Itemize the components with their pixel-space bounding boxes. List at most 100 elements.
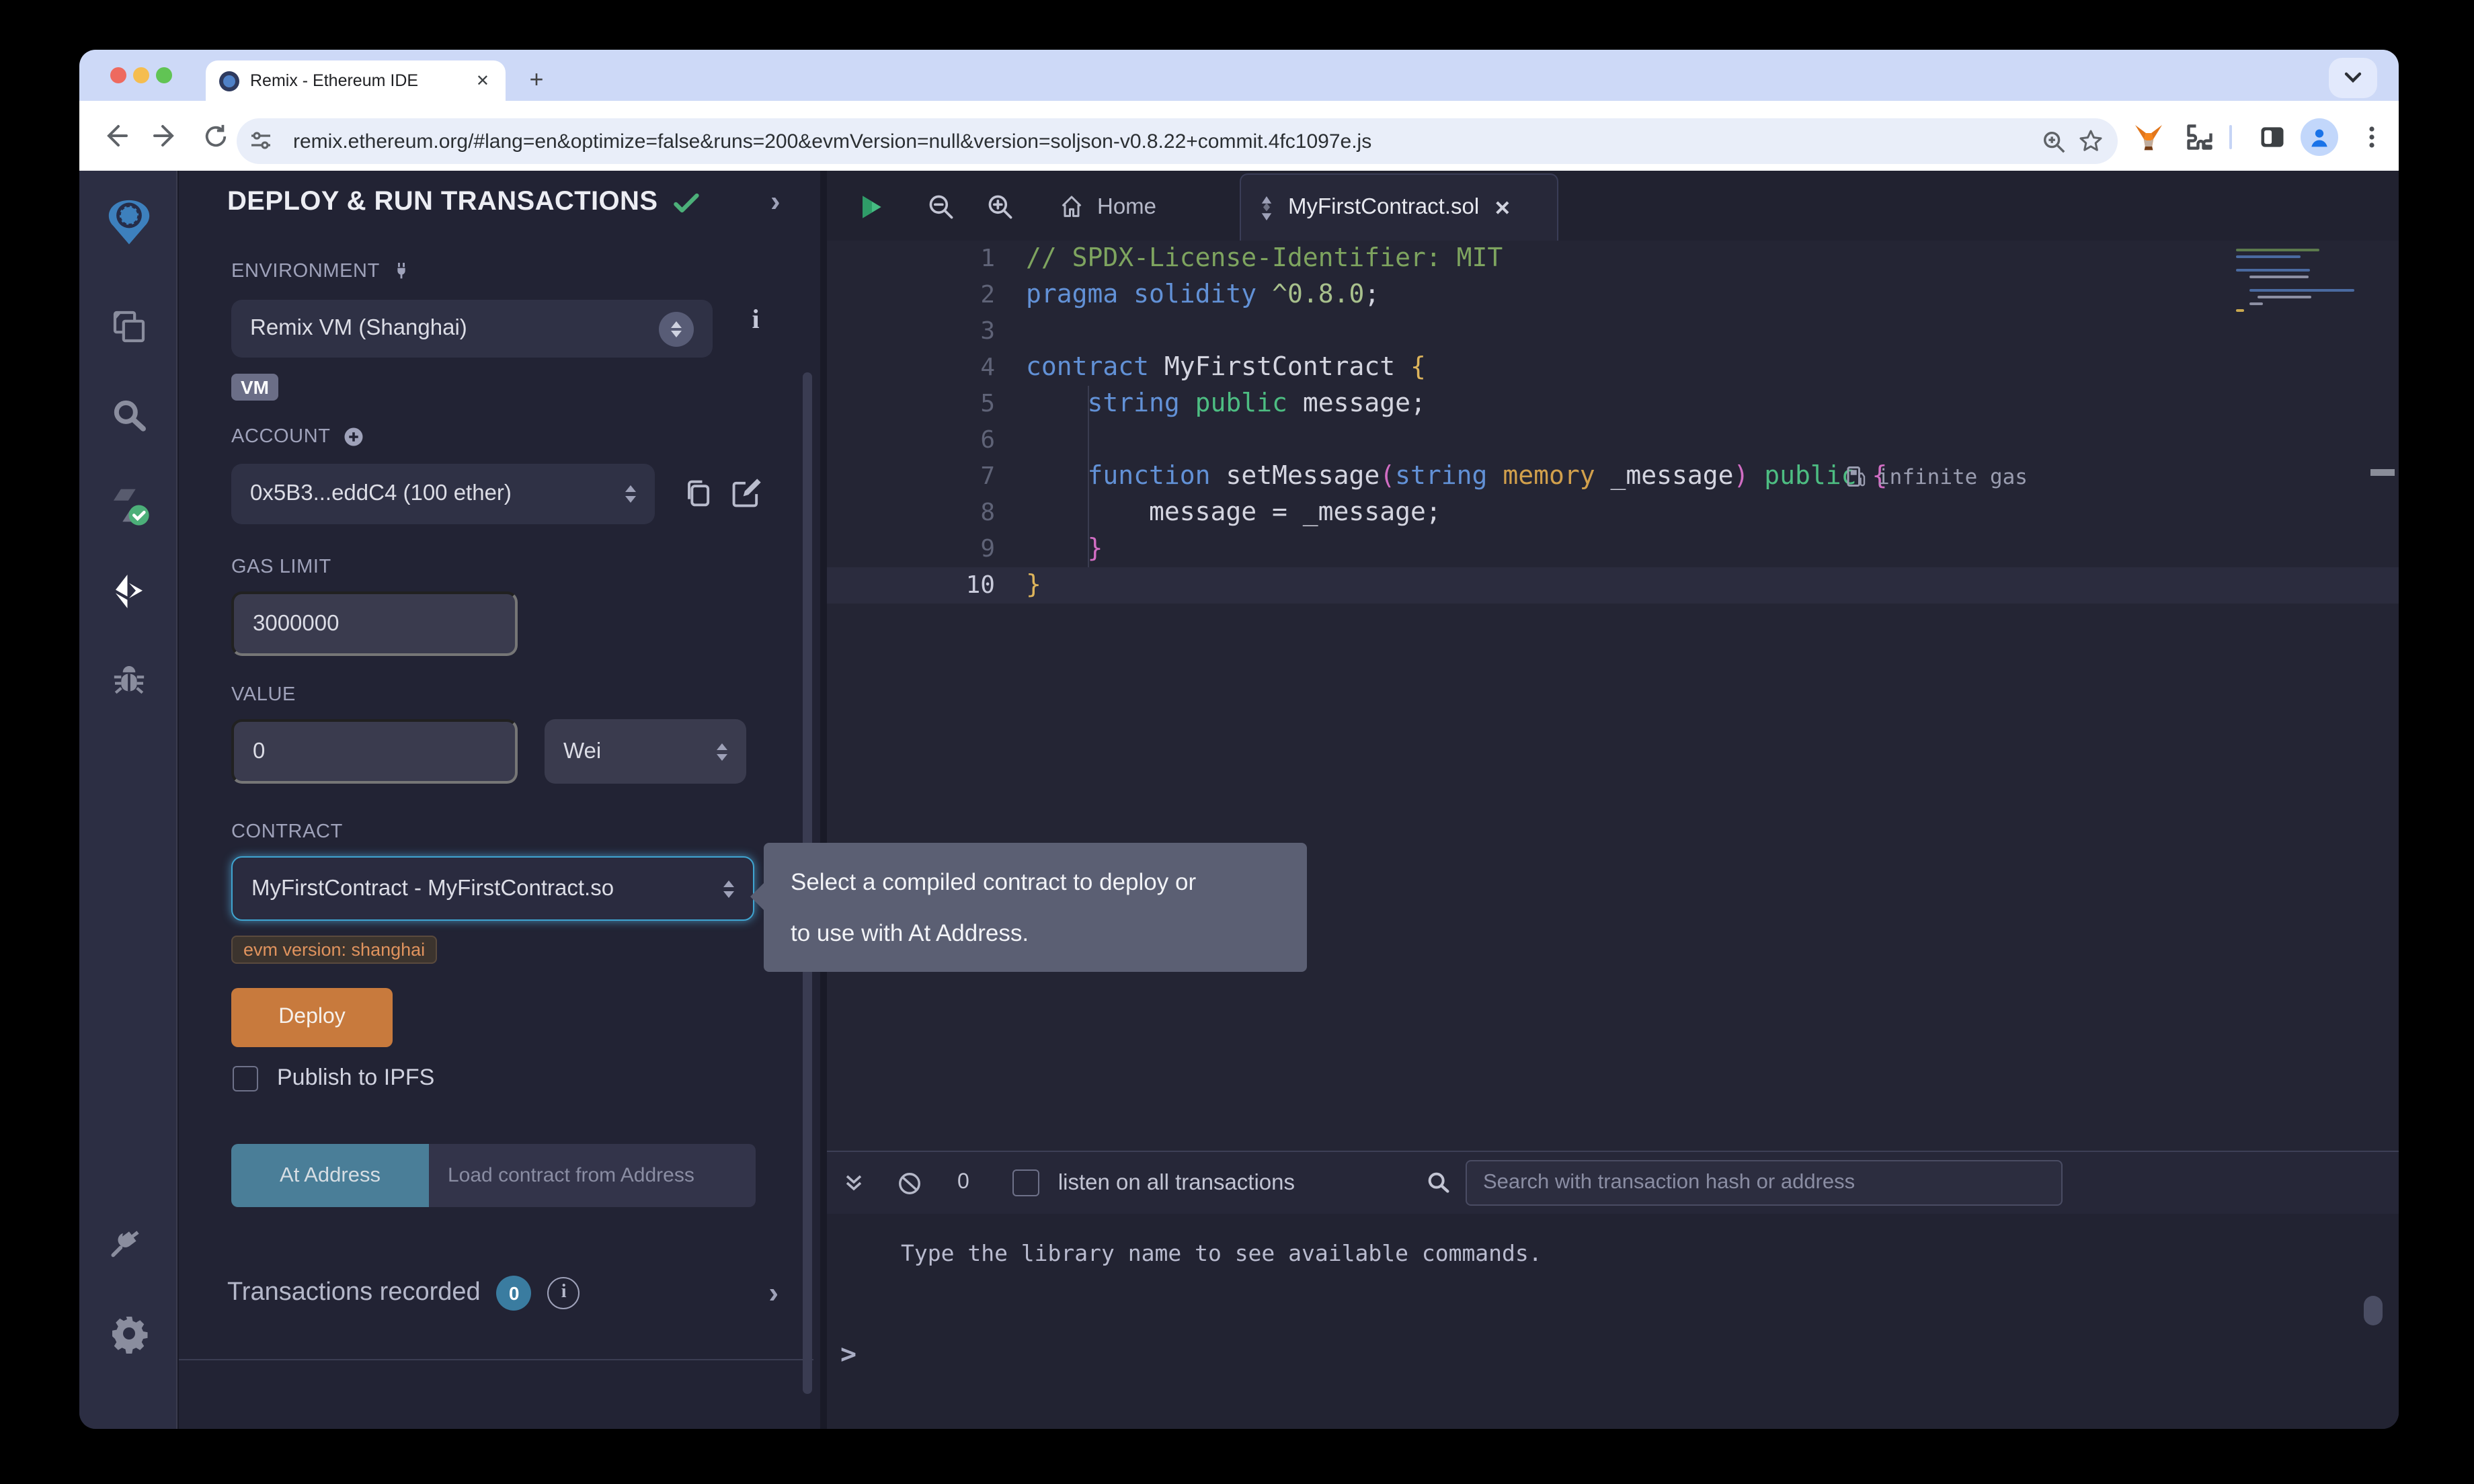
zoom-in-icon[interactable] <box>980 187 1021 227</box>
code-text <box>995 422 1026 458</box>
new-tab-button[interactable]: + <box>519 63 554 98</box>
transactions-recorded-label: Transactions recorded <box>227 1278 481 1308</box>
tab-file-active[interactable]: MyFirstContract.sol ✕ <box>1240 173 1558 241</box>
fullscreen-window-button[interactable] <box>156 67 172 83</box>
evm-version-badge: evm version: shanghai <box>231 936 437 964</box>
remix-app: DEPLOY & RUN TRANSACTIONS › ENVIRONMENT … <box>79 171 2399 1429</box>
file-explorer-icon[interactable] <box>79 308 177 345</box>
code-text: } <box>995 567 1041 604</box>
code-line[interactable]: 4contract MyFirstContract { <box>827 349 2399 386</box>
back-button[interactable] <box>98 118 133 153</box>
browser-tab[interactable]: Remix - Ethereum IDE ✕ <box>206 60 506 101</box>
tab-close-icon[interactable]: ✕ <box>473 71 492 90</box>
code-editor[interactable]: 1// SPDX-License-Identifier: MIT2pragma … <box>827 241 2399 1151</box>
contract-label: CONTRACT <box>231 821 343 843</box>
unit-select-arrows-icon <box>717 743 727 760</box>
plug-icon[interactable] <box>391 259 413 282</box>
code-line[interactable]: 6 <box>827 422 2399 458</box>
terminal-hint-text: Type the library name to see available c… <box>901 1241 1542 1266</box>
indent-guide <box>1088 386 1089 567</box>
environment-info-icon[interactable]: i <box>738 305 773 351</box>
browser-tab-strip: Remix - Ethereum IDE ✕ + <box>79 50 2399 101</box>
tab-home[interactable]: Home <box>1058 184 1156 230</box>
transactions-expand-chevron[interactable]: › <box>768 1276 779 1311</box>
debugger-icon[interactable] <box>79 661 177 699</box>
remix-favicon <box>219 71 239 91</box>
environment-select[interactable]: Remix VM (Shanghai) <box>231 300 713 358</box>
remix-logo-icon[interactable] <box>79 195 177 251</box>
side-panel-icon[interactable] <box>2255 120 2290 155</box>
contract-select[interactable]: MyFirstContract - MyFirstContract.so <box>231 856 754 921</box>
editor-minimap[interactable] <box>2236 249 2352 316</box>
reload-button[interactable] <box>198 118 233 153</box>
tab-search-button[interactable] <box>2329 58 2377 98</box>
search-icon[interactable] <box>79 397 177 434</box>
toolbar-separator <box>2229 125 2232 149</box>
terminal-prompt[interactable]: > <box>840 1337 856 1370</box>
settings-gear-icon[interactable] <box>79 1313 177 1354</box>
code-text: function setMessage(string memory _messa… <box>995 458 1887 495</box>
line-number: 1 <box>827 241 995 277</box>
extensions-puzzle-icon[interactable] <box>2182 120 2217 155</box>
code-text: pragma solidity ^0.8.0; <box>995 277 1380 313</box>
code-line[interactable]: 5 string public message; <box>827 386 2399 422</box>
transactions-info-icon[interactable]: i <box>548 1277 580 1309</box>
terminal-scrollbar-thumb[interactable] <box>2364 1296 2383 1325</box>
at-address-input[interactable] <box>429 1144 756 1207</box>
run-script-icon[interactable] <box>851 187 891 227</box>
chevron-down-icon <box>2344 69 2362 87</box>
tab-title: Remix - Ethereum IDE <box>250 71 473 90</box>
tooltip-line-2: to use with At Address. <box>791 907 1280 958</box>
deploy-run-icon[interactable] <box>79 571 177 612</box>
collapse-terminal-icon[interactable] <box>843 1172 865 1194</box>
line-number: 9 <box>827 531 995 567</box>
add-account-icon[interactable] <box>342 425 366 449</box>
bookmark-star-icon[interactable] <box>2072 128 2110 155</box>
code-text: message = _message; <box>995 495 1441 531</box>
tooltip-line-1: Select a compiled contract to deploy or <box>791 856 1280 907</box>
icon-panel <box>79 171 177 1429</box>
address-bar[interactable]: remix.ethereum.org/#lang=en&optimize=fal… <box>237 118 2118 164</box>
code-line[interactable]: 7 function setMessage(string memory _mes… <box>827 458 2399 495</box>
url-text[interactable]: remix.ethereum.org/#lang=en&optimize=fal… <box>293 130 2034 153</box>
code-line[interactable]: 2pragma solidity ^0.8.0; <box>827 277 2399 313</box>
edit-account-icon[interactable] <box>729 476 764 511</box>
value-unit: Wei <box>563 739 601 764</box>
zoom-out-icon[interactable] <box>921 187 961 227</box>
account-select[interactable]: 0x5B3...eddC4 (100 ether) <box>231 464 655 524</box>
close-window-button[interactable] <box>110 67 126 83</box>
solidity-compiler-icon[interactable] <box>79 483 177 528</box>
code-line[interactable]: 1// SPDX-License-Identifier: MIT <box>827 241 2399 277</box>
at-address-button[interactable]: At Address <box>231 1144 429 1207</box>
forward-button[interactable] <box>148 118 183 153</box>
gas-limit-input[interactable] <box>231 591 518 656</box>
line-number: 5 <box>827 386 995 422</box>
code-line[interactable]: 3 <box>827 313 2399 349</box>
listen-transactions-checkbox[interactable] <box>1012 1169 1039 1196</box>
code-text: contract MyFirstContract { <box>995 349 1426 386</box>
value-label: VALUE <box>231 684 296 706</box>
value-unit-select[interactable]: Wei <box>545 719 746 784</box>
publish-ipfs-label: Publish to IPFS <box>277 1065 434 1091</box>
zoom-in-page-icon[interactable] <box>2034 128 2072 154</box>
profile-avatar[interactable] <box>2301 118 2338 156</box>
deploy-button[interactable]: Deploy <box>231 988 393 1047</box>
editor-scrollbar-handle[interactable] <box>2370 469 2395 476</box>
clear-console-icon[interactable] <box>897 1170 922 1196</box>
code-line[interactable]: 9 } <box>827 531 2399 567</box>
publish-ipfs-checkbox[interactable] <box>233 1065 258 1091</box>
line-number: 3 <box>827 313 995 349</box>
terminal-search-input[interactable] <box>1466 1160 2063 1206</box>
value-input[interactable] <box>231 719 518 784</box>
code-line[interactable]: 10} <box>827 567 2399 604</box>
plugin-manager-icon[interactable] <box>79 1223 177 1264</box>
minimize-window-button[interactable] <box>133 67 149 83</box>
transactions-count-badge: 0 <box>497 1276 532 1311</box>
site-controls-icon[interactable] <box>242 129 280 153</box>
collapse-panel-chevron[interactable]: › <box>770 184 781 219</box>
browser-menu-icon[interactable] <box>2354 120 2389 155</box>
close-file-tab-icon[interactable]: ✕ <box>1494 196 1511 220</box>
copy-account-icon[interactable] <box>680 476 715 511</box>
code-line[interactable]: 8 message = _message; <box>827 495 2399 531</box>
metamask-extension-icon[interactable] <box>2131 120 2166 155</box>
